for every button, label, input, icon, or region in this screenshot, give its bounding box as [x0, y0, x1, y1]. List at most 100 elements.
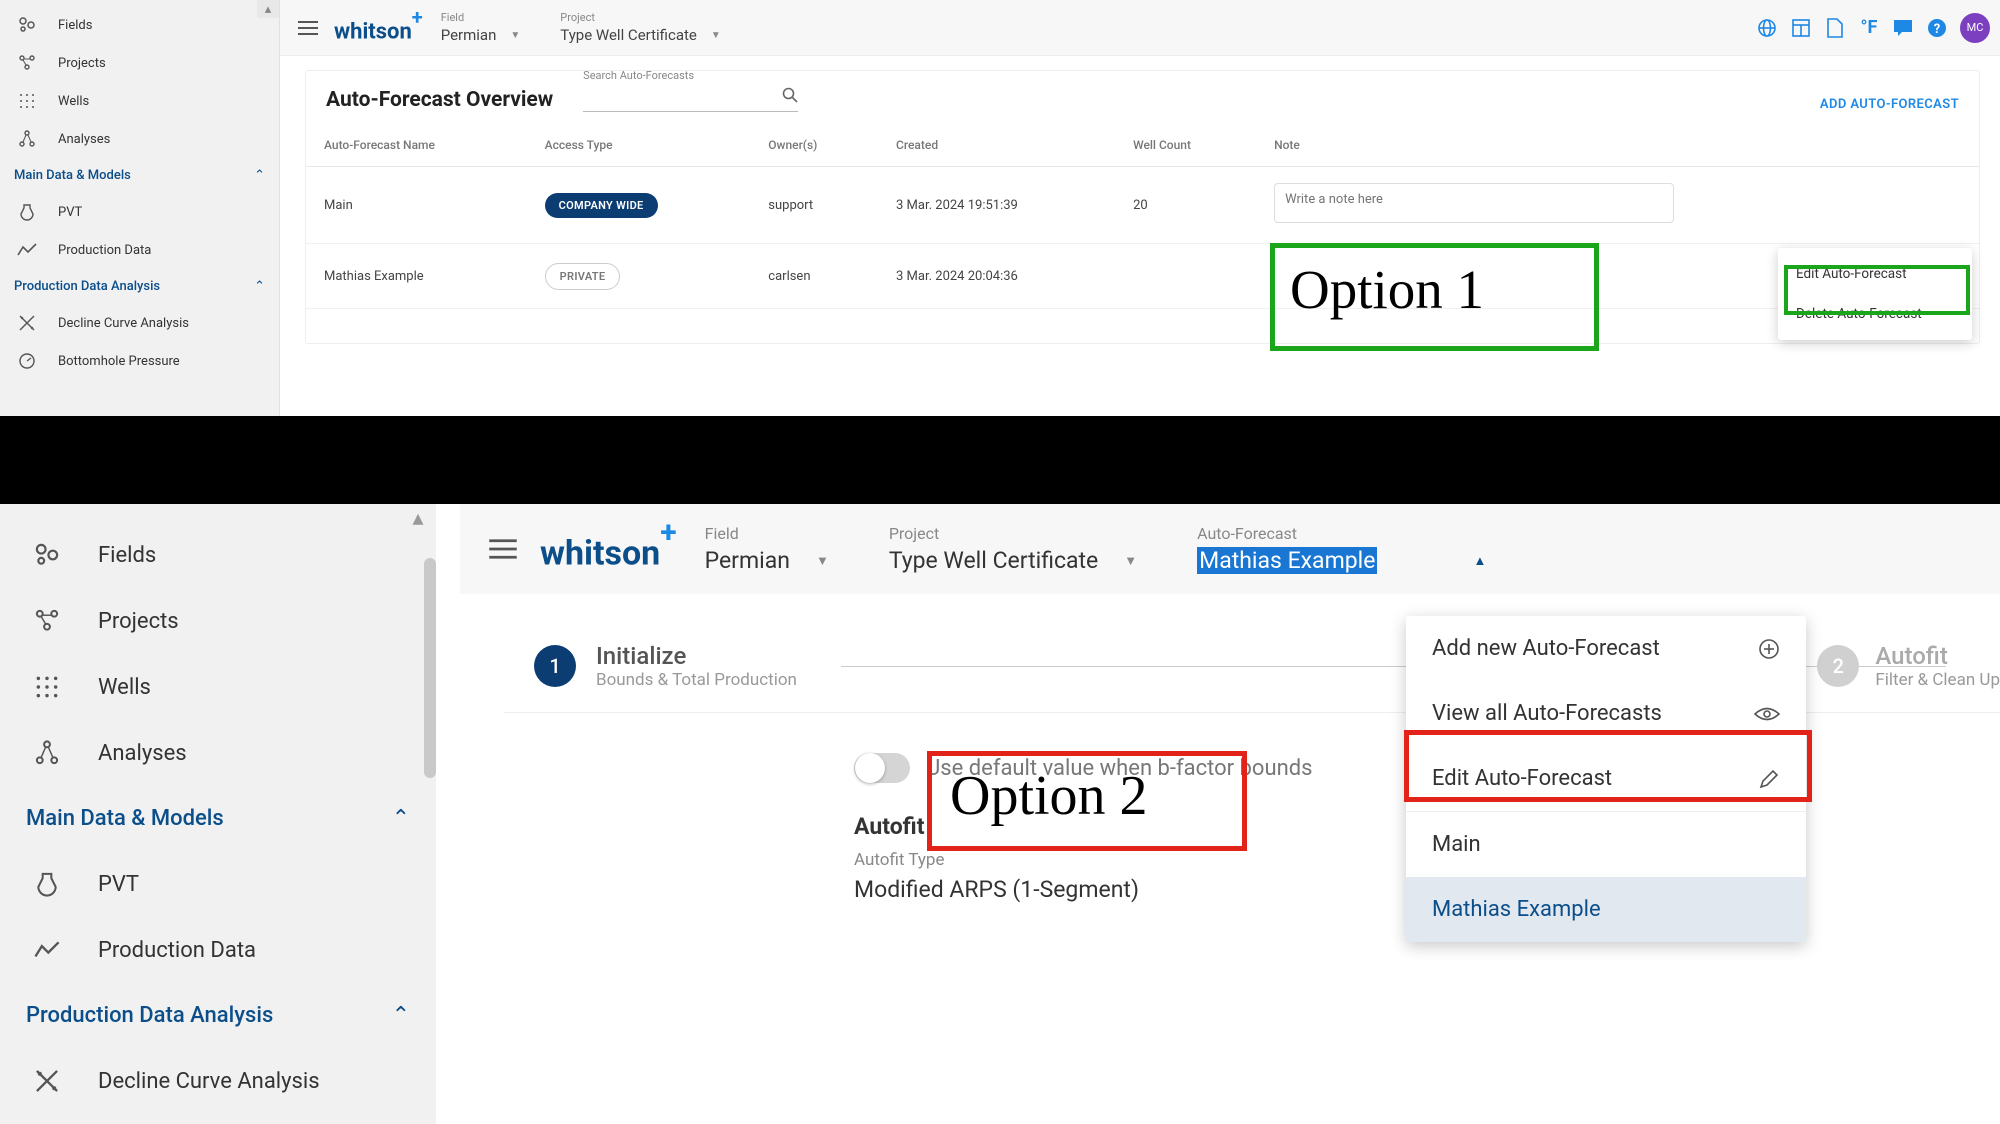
sidebar-label: Projects	[98, 609, 179, 634]
step-2-title: Autofit	[1875, 642, 2000, 670]
temperature-icon[interactable]: °F	[1852, 11, 1886, 45]
document-icon[interactable]	[1818, 11, 1852, 45]
sidebar-item-fields[interactable]: Fields	[0, 6, 279, 44]
sidebar-label: Fields	[58, 18, 92, 33]
sidebar-section-main-data[interactable]: Main Data & Models ⌃	[0, 786, 436, 851]
cell-owner: carlsen	[750, 244, 878, 309]
scroll-up-button[interactable]: ▴	[404, 504, 432, 532]
step-1-title: Initialize	[596, 642, 797, 670]
sidebar-item-pvt[interactable]: PVT	[0, 193, 279, 231]
chevron-up-icon: ▲	[1473, 553, 1486, 569]
table-row[interactable]: Main COMPANY WIDE support 3 Mar. 2024 19…	[306, 167, 1979, 244]
page-title: Auto-Forecast Overview	[326, 88, 553, 112]
field-label: Field	[441, 11, 521, 24]
menu-add-new[interactable]: Add new Auto-Forecast	[1406, 616, 1806, 681]
chevron-down-icon: ▼	[510, 30, 520, 41]
sidebar-item-pvt[interactable]: PVT	[0, 851, 436, 917]
autofit-type-value: Modified ARPS (1-Segment)	[854, 876, 1139, 903]
scroll-up-button[interactable]: ▴	[257, 0, 279, 18]
autoforecast-overview-card: Auto-Forecast Overview Search Auto-Forec…	[305, 70, 1980, 344]
bhp-icon	[16, 350, 38, 372]
chevron-down-icon: ▼	[816, 553, 829, 569]
row-context-menu: Edit Auto-Forecast Delete Auto-Forecast	[1778, 248, 1972, 340]
menu-toggle-button[interactable]	[478, 524, 528, 574]
field-selector[interactable]: Field Permian▼	[441, 11, 521, 44]
cell-wellcount: 20	[1115, 167, 1256, 244]
sidebar-section-pda[interactable]: Production Data Analysis ⌃	[0, 983, 436, 1048]
autofit-type-selector[interactable]: Modified ARPS (1-Segment) ▼	[854, 876, 1474, 903]
user-avatar[interactable]: MC	[1960, 13, 1990, 43]
sidebar-item-analyses[interactable]: Analyses	[0, 720, 436, 786]
field-selector[interactable]: Field Permian▼	[705, 524, 829, 574]
pvt-icon	[16, 201, 38, 223]
sidebar-item-wells[interactable]: Wells	[0, 654, 436, 720]
sidebar-item-production-data[interactable]: Production Data	[0, 917, 436, 983]
analyses-icon	[16, 128, 38, 150]
sidebar-item-projects[interactable]: Projects	[0, 44, 279, 82]
sidebar: ▴ Fields Projects Wells Analyses Main Da…	[0, 504, 436, 1124]
menu-edit-autoforecast[interactable]: Edit Auto-Forecast	[1406, 746, 1806, 811]
note-input[interactable]	[1274, 183, 1674, 223]
bfactor-toggle[interactable]	[854, 753, 910, 783]
menu-item-mathias[interactable]: Mathias Example	[1406, 877, 1806, 942]
menu-toggle-button[interactable]	[290, 10, 326, 46]
section-label: Production Data Analysis	[14, 279, 160, 294]
top-screenshot: ▴ Fields Projects Wells Analyses Main Da…	[0, 0, 2000, 416]
sidebar-item-dca[interactable]: Decline Curve Analysis	[0, 304, 279, 342]
project-label: Project	[889, 524, 1137, 543]
step-2-subtitle: Filter & Clean Up	[1875, 670, 2000, 690]
chat-icon[interactable]	[1886, 11, 1920, 45]
sidebar-item-projects[interactable]: Projects	[0, 588, 436, 654]
sidebar-item-bhp[interactable]: Bottomhole Pressure	[0, 342, 279, 380]
sidebar-item-fields[interactable]: Fields	[0, 522, 436, 588]
menu-delete-autoforecast[interactable]: Delete Auto-Forecast	[1778, 294, 1972, 334]
sidebar-label: Decline Curve Analysis	[58, 316, 189, 331]
dca-icon	[16, 312, 38, 334]
search-input[interactable]	[583, 83, 798, 111]
table-icon[interactable]	[1784, 11, 1818, 45]
scrollbar[interactable]	[424, 558, 436, 778]
plus-icon	[1758, 638, 1780, 660]
eye-icon	[1754, 705, 1780, 723]
sidebar-item-analyses[interactable]: Analyses	[0, 120, 279, 158]
sidebar-item-production-data[interactable]: Production Data	[0, 231, 279, 269]
production-data-icon	[16, 239, 38, 261]
pencil-icon	[1758, 768, 1780, 790]
annotation-option1-label: Option 1	[1290, 258, 1484, 321]
menu-view-all[interactable]: View all Auto-Forecasts	[1406, 681, 1806, 746]
table-row[interactable]: Mathias Example PRIVATE carlsen 3 Mar. 2…	[306, 244, 1979, 309]
wells-icon	[16, 90, 38, 112]
chevron-up-icon: ⌃	[392, 1003, 410, 1028]
dca-icon	[32, 1066, 62, 1096]
project-selector[interactable]: Project Type Well Certificate▼	[889, 524, 1137, 574]
search-icon	[782, 87, 798, 103]
sidebar-label: Production Data	[98, 938, 256, 963]
autoforecast-dropdown: Add new Auto-Forecast View all Auto-Fore…	[1406, 616, 1806, 942]
sidebar-item-dca[interactable]: Decline Curve Analysis	[0, 1048, 436, 1114]
separator-bar	[0, 416, 2000, 504]
autoforecast-selector[interactable]: Auto-Forecast Mathias Example▲	[1197, 524, 1486, 574]
svg-text:?: ?	[1934, 22, 1940, 37]
field-label: Field	[705, 524, 829, 543]
sidebar-label: Analyses	[98, 741, 187, 766]
chevron-up-icon: ⌃	[392, 806, 410, 831]
add-autoforecast-button[interactable]: ADD AUTO-FORECAST	[1820, 97, 1959, 112]
help-icon[interactable]: ?	[1920, 11, 1954, 45]
sidebar-section-main-data[interactable]: Main Data & Models ⌃	[0, 158, 279, 193]
chevron-up-icon: ⌃	[254, 279, 265, 294]
sidebar-label: Fields	[98, 543, 156, 568]
section-label: Main Data & Models	[14, 168, 131, 183]
col-created: Created	[878, 124, 1115, 167]
menu-item-main[interactable]: Main	[1406, 812, 1806, 877]
cell-name: Main	[306, 167, 527, 244]
access-badge: COMPANY WIDE	[545, 193, 658, 218]
logo: whitson+	[334, 11, 423, 44]
menu-edit-autoforecast[interactable]: Edit Auto-Forecast	[1778, 254, 1972, 294]
project-selector[interactable]: Project Type Well Certificate▼	[560, 11, 720, 44]
sidebar-label: Projects	[58, 56, 106, 71]
sidebar-label: Wells	[98, 675, 151, 700]
sidebar-item-wells[interactable]: Wells	[0, 82, 279, 120]
chevron-down-icon: ▼	[711, 30, 721, 41]
sidebar-section-pda[interactable]: Production Data Analysis ⌃	[0, 269, 279, 304]
globe-icon[interactable]	[1750, 11, 1784, 45]
